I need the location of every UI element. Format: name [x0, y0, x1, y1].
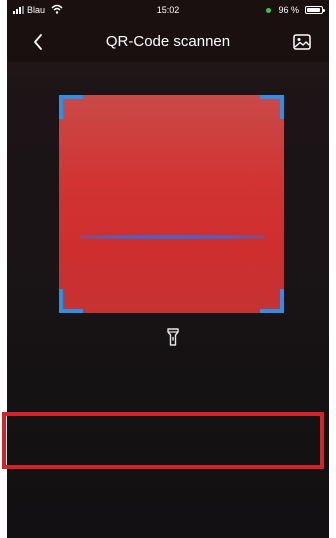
battery-fill [307, 8, 321, 12]
navigation-bar: QR-Code scannen [7, 20, 329, 62]
status-bar: Blau 15:02 96 % [7, 0, 329, 20]
highlight-box [2, 412, 324, 469]
battery-icon [305, 6, 325, 14]
scan-corner-bottom-right [260, 289, 284, 313]
scan-corner-top-right [260, 95, 284, 119]
page-title: QR-Code scannen [105, 33, 231, 50]
battery-indicator-dot [266, 8, 271, 13]
scan-line [79, 235, 265, 239]
battery-percent: 96 % [278, 5, 299, 15]
scan-corner-bottom-left [59, 289, 83, 313]
qr-scan-area [59, 95, 284, 313]
scan-corner-top-left [59, 95, 83, 119]
flashlight-icon[interactable] [166, 327, 180, 347]
image-gallery-icon[interactable] [293, 34, 311, 50]
